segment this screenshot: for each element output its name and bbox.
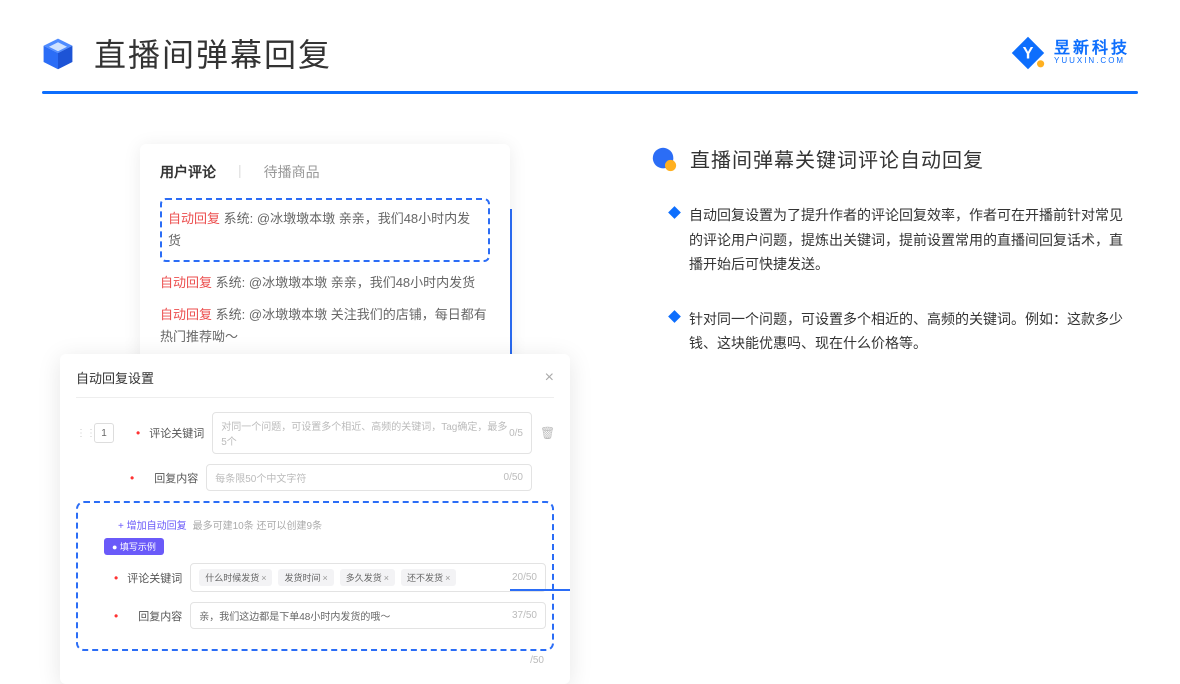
- keyword-label: 评论关键词: [148, 425, 204, 441]
- section-title: 直播间弹幕关键词评论自动回复: [690, 144, 984, 173]
- modal-title: 自动回复设置: [76, 368, 154, 387]
- char-count: 0/50: [504, 472, 523, 483]
- content-row: • 回复内容 每条限50个中文字符 0/50: [76, 464, 554, 491]
- bullet-item: 针对同一个问题，可设置多个相近的、高频的关键词。例如：这款多少钱、这块能优惠吗、…: [670, 307, 1130, 356]
- keyword-tag[interactable]: 多久发货×: [340, 569, 395, 586]
- keyword-input[interactable]: 对同一个问题，可设置多个相近、高频的关键词，Tag确定，最多5个 0/5: [212, 412, 532, 454]
- required-dot: •: [114, 609, 118, 623]
- keyword-tag[interactable]: 还不发货×: [401, 569, 456, 586]
- svg-text:Y: Y: [1023, 44, 1034, 62]
- example-content-input[interactable]: 亲，我们这边都是下单48小时内发货的哦～ 37/50: [190, 602, 546, 629]
- delete-icon[interactable]: 🗑: [540, 426, 554, 440]
- page-header: 直播间弹幕回复 Y 昱新科技 YUUXIN.COM: [0, 0, 1180, 91]
- content-input[interactable]: 每条限50个中文字符 0/50: [206, 464, 532, 491]
- keyword-label: 评论关键词: [126, 570, 182, 586]
- diamond-icon: [668, 206, 681, 219]
- char-count: 20/50: [512, 572, 537, 583]
- example-highlight-box: + 增加自动回复最多可建10条 还可以创建9条 ● 填写示例 • 评论关键词 什…: [76, 501, 554, 651]
- auto-reply-badge: 自动回复: [160, 275, 212, 290]
- char-count: 37/50: [512, 610, 537, 621]
- brand-name: 昱新科技: [1054, 40, 1130, 58]
- add-auto-reply-link[interactable]: + 增加自动回复最多可建10条 还可以创建9条: [118, 517, 546, 532]
- tab-user-comments[interactable]: 用户评论: [160, 162, 216, 182]
- bullet-item: 自动回复设置为了提升作者的评论回复效率，作者可在开播前针对常见的评论用户问题，提…: [670, 203, 1130, 277]
- screenshot-mockups: 用户评论 | 待播商品 自动回复 系统: @冰墩墩本墩 亲亲，我们48小时内发货…: [60, 144, 580, 644]
- bullet-text: 针对同一个问题，可设置多个相近的、高频的关键词。例如：这款多少钱、这块能优惠吗、…: [689, 307, 1130, 356]
- close-icon[interactable]: ×: [545, 369, 554, 387]
- system-label: 系统:: [216, 275, 246, 290]
- tab-products[interactable]: 待播商品: [264, 162, 320, 182]
- required-dot: •: [130, 471, 134, 485]
- keyword-tag[interactable]: 什么时候发货×: [199, 569, 272, 586]
- example-content-row: • 回复内容 亲，我们这边都是下单48小时内发货的哦～ 37/50: [84, 602, 546, 629]
- keyword-row: ⋮⋮ 1 • 评论关键词 对同一个问题，可设置多个相近、高频的关键词，Tag确定…: [76, 412, 554, 454]
- example-badge: ● 填写示例: [104, 538, 164, 555]
- auto-reply-badge: 自动回复: [168, 211, 220, 226]
- cube-icon: [40, 35, 76, 71]
- keyword-tag[interactable]: 发货时间×: [278, 569, 333, 586]
- diamond-icon: [668, 310, 681, 323]
- brand-logo: Y 昱新科技 YUUXIN.COM: [1010, 35, 1130, 71]
- system-label: 系统:: [224, 211, 254, 226]
- page-title: 直播间弹幕回复: [94, 30, 332, 76]
- auto-reply-badge: 自动回复: [160, 307, 212, 322]
- required-dot: •: [136, 426, 140, 440]
- tabs: 用户评论 | 待播商品: [160, 162, 490, 182]
- highlighted-comment: 自动回复 系统: @冰墩墩本墩 亲亲，我们48小时内发货: [160, 198, 490, 262]
- example-keyword-input[interactable]: 什么时候发货× 发货时间× 多久发货× 还不发货× 20/50: [190, 563, 546, 592]
- char-count: 0/5: [509, 428, 523, 439]
- auto-reply-settings-modal: 自动回复设置 × ⋮⋮ 1 • 评论关键词 对同一个问题，可设置多个相近、高频的…: [60, 354, 570, 684]
- content-label: 回复内容: [126, 608, 182, 624]
- connector-line: [510, 589, 570, 591]
- description-column: 直播间弹幕关键词评论自动回复 自动回复设置为了提升作者的评论回复效率，作者可在开…: [620, 144, 1130, 644]
- comment-row: 自动回复 系统: @冰墩墩本墩 亲亲，我们48小时内发货: [160, 272, 490, 294]
- comment-text: @冰墩墩本墩 亲亲，我们48小时内发货: [249, 275, 475, 290]
- comment-row: 自动回复 系统: @冰墩墩本墩 关注我们的店铺，每日都有热门推荐呦～: [160, 304, 490, 348]
- header-left: 直播间弹幕回复: [40, 30, 332, 76]
- required-dot: •: [114, 571, 118, 585]
- sequence-number: 1: [94, 423, 114, 443]
- brand-icon: Y: [1010, 35, 1046, 71]
- drag-handle-icon[interactable]: ⋮⋮: [76, 428, 86, 439]
- section-heading: 直播间弹幕关键词评论自动回复: [650, 144, 1130, 173]
- bullet-text: 自动回复设置为了提升作者的评论回复效率，作者可在开播前针对常见的评论用户问题，提…: [689, 203, 1130, 277]
- brand-sub: YUUXIN.COM: [1054, 57, 1130, 66]
- system-label: 系统:: [216, 307, 246, 322]
- example-keyword-row: • 评论关键词 什么时候发货× 发货时间× 多久发货× 还不发货× 20/50: [84, 563, 546, 592]
- bullet-list: 自动回复设置为了提升作者的评论回复效率，作者可在开播前针对常见的评论用户问题，提…: [650, 203, 1130, 356]
- comments-panel: 用户评论 | 待播商品 自动回复 系统: @冰墩墩本墩 亲亲，我们48小时内发货…: [140, 144, 510, 382]
- content-label: 回复内容: [142, 470, 198, 486]
- bullet-icon: [650, 145, 678, 173]
